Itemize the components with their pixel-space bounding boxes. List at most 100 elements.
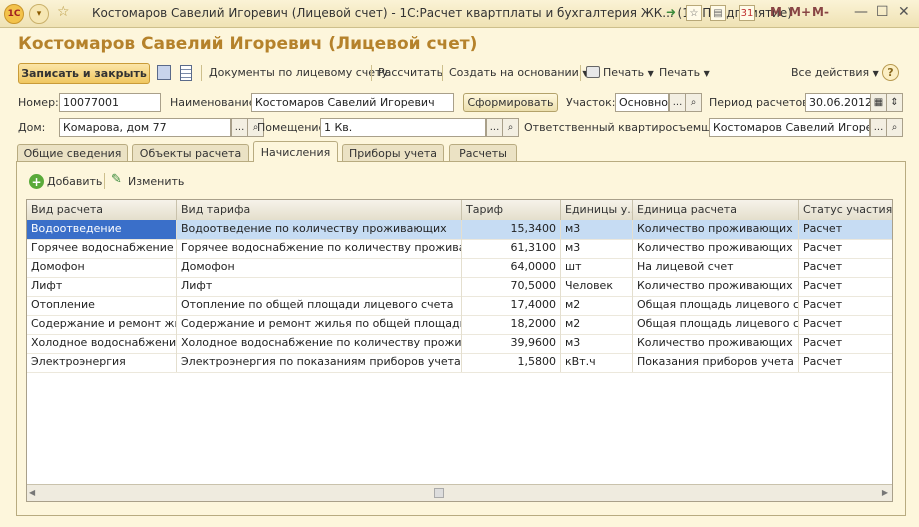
help-icon[interactable]: ? xyxy=(882,64,899,81)
table-cell[interactable]: Холодное водоснабжение по количеству про… xyxy=(177,334,462,353)
table-row[interactable]: Содержание и ремонт жил...Содержание и р… xyxy=(27,315,892,335)
number-field[interactable]: 10077001 xyxy=(59,93,161,112)
table-cell[interactable]: Количество проживающих xyxy=(633,220,799,239)
tab-objects[interactable]: Объекты расчета xyxy=(132,144,249,161)
table-cell[interactable]: Водоотведение xyxy=(27,220,177,239)
close-icon[interactable]: ✕ xyxy=(898,4,910,20)
column-header[interactable]: Статус участия в р xyxy=(799,200,892,220)
calendar-icon[interactable]: 31 xyxy=(739,5,755,21)
table-cell[interactable]: Содержание и ремонт жилья по общей площа… xyxy=(177,315,462,334)
table-cell[interactable]: Электроэнергия по показаниям приборов уч… xyxy=(177,353,462,372)
generate-button[interactable]: Сформировать xyxy=(463,93,558,112)
room-field[interactable]: 1 Кв. xyxy=(320,118,486,137)
column-header[interactable]: Единицы у... xyxy=(561,200,633,220)
table-cell[interactable]: Водоотведение по количеству проживающих xyxy=(177,220,462,239)
tab-general[interactable]: Общие сведения xyxy=(17,144,128,161)
period-field[interactable]: 30.06.2012 xyxy=(805,93,871,112)
app-logo-icon[interactable]: 1С xyxy=(4,4,24,24)
house-select-button[interactable]: ... xyxy=(231,118,248,137)
table-cell[interactable]: Лифт xyxy=(27,277,177,296)
table-row[interactable]: Домофон Домофон 64,0000 шт На лицевой счет Ра… xyxy=(27,258,892,278)
table-cell[interactable]: Расчет xyxy=(799,353,892,372)
table-cell[interactable]: шт xyxy=(561,258,633,277)
search-icon[interactable]: ⌕ xyxy=(886,118,903,137)
printer-icon[interactable] xyxy=(586,66,600,78)
all-actions-button[interactable]: Все действия ▼ xyxy=(791,66,879,79)
district-select-button[interactable]: ... xyxy=(669,93,686,112)
table-cell[interactable]: м2 xyxy=(561,315,633,334)
table-cell[interactable]: Расчет xyxy=(799,315,892,334)
tab-meters[interactable]: Приборы учета xyxy=(342,144,444,161)
table-cell[interactable]: Электроэнергия xyxy=(27,353,177,372)
table-cell[interactable]: Домофон xyxy=(27,258,177,277)
table-cell[interactable]: Количество проживающих xyxy=(633,239,799,258)
table-cell[interactable]: Отопление xyxy=(27,296,177,315)
table-cell[interactable]: Горячее водоснабжение по количеству прож… xyxy=(177,239,462,258)
table-cell[interactable]: Лифт xyxy=(177,277,462,296)
structure-list-icon[interactable] xyxy=(180,65,192,81)
go-arrow-icon[interactable]: ➜ xyxy=(666,5,676,19)
table-cell[interactable]: 61,3100 xyxy=(462,239,561,258)
name-field[interactable]: Костомаров Савелий Игоревич xyxy=(251,93,454,112)
table-cell[interactable]: На лицевой счет xyxy=(633,258,799,277)
search-icon[interactable]: ⌕ xyxy=(685,93,702,112)
table-cell[interactable]: Отопление по общей площади лицевого счет… xyxy=(177,296,462,315)
save-disk-icon[interactable] xyxy=(157,65,171,80)
column-header[interactable]: Вид тарифа xyxy=(177,200,462,220)
calendar-icon[interactable]: ▦ xyxy=(870,93,887,112)
minimize-icon[interactable]: — xyxy=(854,4,868,20)
table-cell[interactable]: 18,2000 xyxy=(462,315,561,334)
tenant-select-button[interactable]: ... xyxy=(870,118,887,137)
table-cell[interactable]: Расчет xyxy=(799,277,892,296)
tab-charges[interactable]: Начисления xyxy=(253,141,338,162)
table-cell[interactable]: Расчет xyxy=(799,258,892,277)
table-cell[interactable]: Расчет xyxy=(799,239,892,258)
add-icon[interactable]: + xyxy=(29,174,44,189)
table-cell[interactable]: 70,5000 xyxy=(462,277,561,296)
table-cell[interactable]: Домофон xyxy=(177,258,462,277)
tab-settlements[interactable]: Расчеты xyxy=(449,144,517,161)
table-cell[interactable]: м2 xyxy=(561,296,633,315)
table-cell[interactable]: Показания приборов учета в ... xyxy=(633,353,799,372)
create-based-button[interactable]: Создать на основании ▼ xyxy=(449,66,589,79)
table-cell[interactable]: Количество проживающих xyxy=(633,334,799,353)
table-cell[interactable]: Расчет xyxy=(799,334,892,353)
house-field[interactable]: Комарова, дом 77 xyxy=(59,118,231,137)
column-header[interactable]: Единица расчета xyxy=(633,200,799,220)
table-cell[interactable]: м3 xyxy=(561,220,633,239)
table-cell[interactable]: 39,9600 xyxy=(462,334,561,353)
memory-m-button[interactable]: M xyxy=(770,5,782,19)
save-and-close-button[interactable]: Записать и закрыть xyxy=(18,63,150,84)
column-header[interactable]: Вид расчета xyxy=(27,200,177,220)
table-cell[interactable]: м3 xyxy=(561,239,633,258)
table-cell[interactable]: Общая площадь лицевого сч... xyxy=(633,315,799,334)
table-cell[interactable]: Горячее водоснабжение xyxy=(27,239,177,258)
room-select-button[interactable]: ... xyxy=(486,118,503,137)
table-row[interactable]: Электроэнергия Электроэнергия по показани… xyxy=(27,353,892,373)
table-row[interactable]: Водоотведение Водоотведение по количеству… xyxy=(27,220,892,240)
search-icon[interactable]: ⌕ xyxy=(502,118,519,137)
memory-minus-button[interactable]: M- xyxy=(812,5,829,19)
table-row[interactable]: Отопление Отопление по общей площади лице… xyxy=(27,296,892,316)
table-cell[interactable]: 64,0000 xyxy=(462,258,561,277)
table-cell[interactable]: Количество проживающих xyxy=(633,277,799,296)
horizontal-scrollbar[interactable]: ◀ ▶ xyxy=(27,484,892,501)
table-cell[interactable]: Расчет xyxy=(799,220,892,239)
table-row[interactable]: Лифт Лифт 70,5000 Человек Количество прожива… xyxy=(27,277,892,297)
print-button-2[interactable]: Печать ▼ xyxy=(659,66,710,79)
table-cell[interactable]: Содержание и ремонт жил... xyxy=(27,315,177,334)
calculate-button[interactable]: Рассчитать xyxy=(378,66,443,79)
main-menu-icon[interactable]: ▾ xyxy=(29,4,49,24)
favorites-star-icon[interactable]: ☆ xyxy=(57,4,70,20)
table-cell[interactable]: 17,4000 xyxy=(462,296,561,315)
edit-button[interactable]: Изменить xyxy=(128,175,184,188)
maximize-icon[interactable]: ☐ xyxy=(876,4,889,20)
scroll-right-icon[interactable]: ▶ xyxy=(882,488,888,497)
scroll-left-icon[interactable]: ◀ xyxy=(29,488,35,497)
documents-button[interactable]: Документы по лицевому счету xyxy=(209,66,388,79)
document-icon[interactable]: ▤ xyxy=(710,5,726,21)
add-button[interactable]: Добавить xyxy=(47,175,102,188)
table-cell[interactable]: Общая площадь лицевого сч... xyxy=(633,296,799,315)
column-header[interactable]: Тариф xyxy=(462,200,561,220)
table-cell[interactable]: 1,5800 xyxy=(462,353,561,372)
